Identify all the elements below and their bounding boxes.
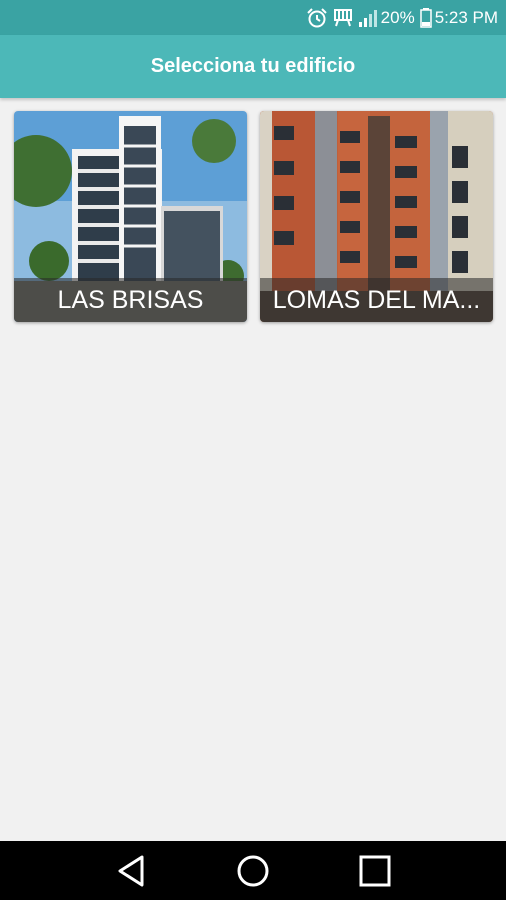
signal-icon [358, 8, 378, 28]
battery-percent: 20% [380, 7, 415, 27]
building-card-lomas-del-mar[interactable]: LOMAS DEL MA... [260, 111, 493, 322]
building-grid: LAS BRISAS LOMAS DEL MA... [14, 111, 493, 322]
page-title: Selecciona tu edificio [150, 55, 356, 77]
alarm-icon [306, 7, 328, 29]
status-bar: 20% 5:23 PM [0, 0, 506, 35]
home-icon[interactable] [223, 846, 283, 896]
building-name: LOMAS DEL MA... [260, 278, 493, 322]
app-bar: Selecciona tu edificio [0, 35, 506, 98]
network-type-icon [333, 8, 353, 28]
battery-icon [419, 7, 432, 28]
clock: 5:23 PM [434, 7, 498, 27]
building-card-las-brisas[interactable]: LAS BRISAS [14, 111, 247, 322]
navigation-bar [0, 841, 506, 900]
back-icon[interactable] [101, 846, 161, 896]
recents-icon[interactable] [345, 846, 405, 896]
building-name: LAS BRISAS [14, 278, 247, 322]
